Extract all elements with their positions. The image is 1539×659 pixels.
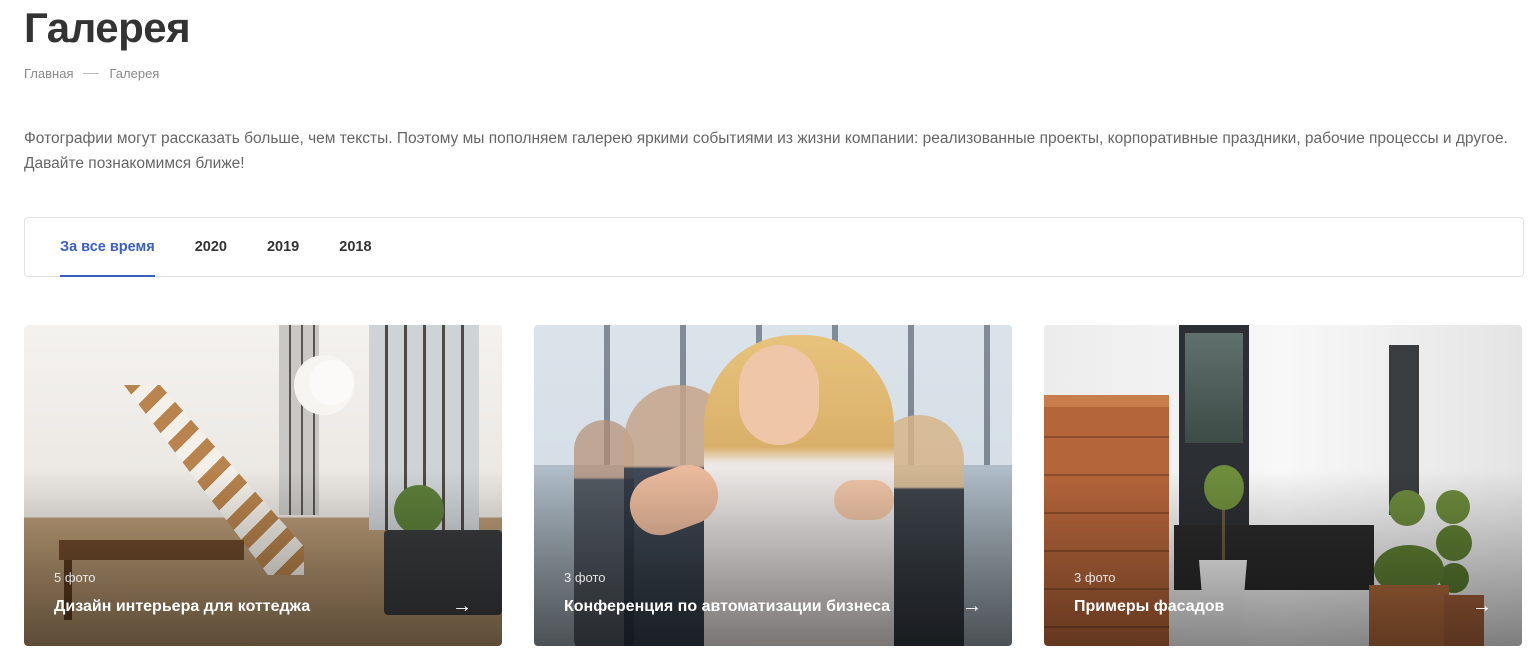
tab-all-time[interactable]: За все время [60,218,155,277]
gallery-card-facades[interactable]: 3 фото Примеры фасадов → [1044,325,1522,646]
tab-2020[interactable]: 2020 [195,218,227,276]
year-filter-tabs: За все время 2020 2019 2018 [24,217,1524,277]
breadcrumb-separator [83,73,100,74]
breadcrumb: Главная Галерея [24,66,159,81]
photo-count: 5 фото [54,570,96,585]
tab-2019[interactable]: 2019 [267,218,299,276]
gallery-card-title[interactable]: Примеры фасадов [1074,598,1224,616]
photo-count: 3 фото [564,570,606,585]
arrow-right-icon[interactable]: → [1472,596,1492,616]
arrow-right-icon[interactable]: → [962,596,982,616]
gallery-card-conference[interactable]: 3 фото Конференция по автоматизации бизн… [534,325,1012,646]
photo-count: 3 фото [1074,570,1116,585]
page-title: Галерея [24,4,191,51]
breadcrumb-current: Галерея [109,66,160,81]
gallery-card-title[interactable]: Конференция по автоматизации бизнеса [564,598,890,616]
tab-2018[interactable]: 2018 [339,218,371,276]
gallery-grid: 5 фото Дизайн интерьера для коттеджа → 3… [24,325,1522,646]
breadcrumb-link-home[interactable]: Главная [24,66,73,81]
gallery-card-interior[interactable]: 5 фото Дизайн интерьера для коттеджа → [24,325,502,646]
gallery-card-title[interactable]: Дизайн интерьера для коттеджа [54,598,310,616]
arrow-right-icon[interactable]: → [452,596,472,616]
intro-text: Фотографии могут рассказать больше, чем … [24,130,1508,172]
